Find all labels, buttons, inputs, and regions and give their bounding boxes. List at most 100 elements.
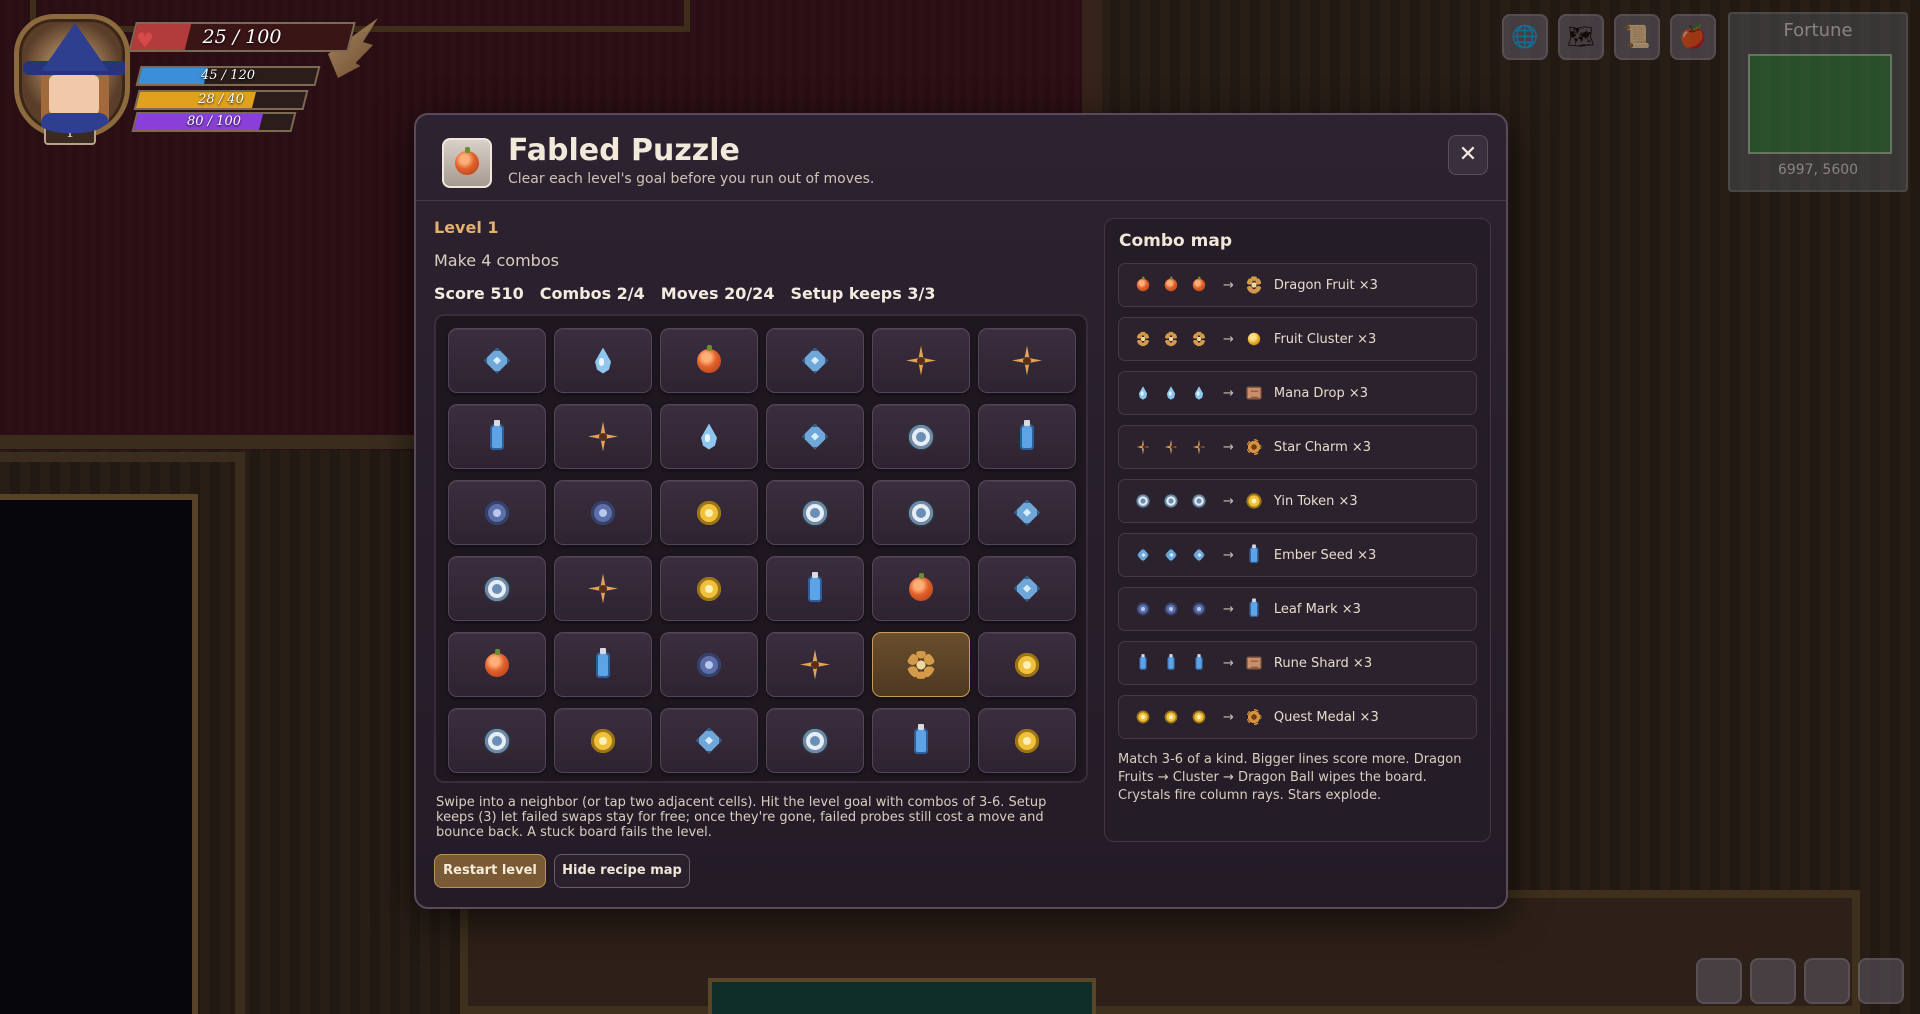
combo-row: → Fruit Cluster ×3: [1118, 317, 1477, 361]
fruit-cluster-icon: [1136, 331, 1150, 347]
combo-label: Ember Seed ×3: [1273, 547, 1377, 563]
yin-token-icon: [803, 728, 827, 753]
board-cell[interactable]: [554, 328, 652, 393]
rune-bottle-icon: [1195, 654, 1203, 670]
scroll-icon: [1246, 656, 1262, 670]
star-charm-icon: [906, 345, 936, 376]
globe-icon: 🌐: [1511, 24, 1539, 50]
board-cell[interactable]: [554, 632, 652, 697]
board-cell[interactable]: [872, 632, 970, 697]
board-cell[interactable]: [872, 556, 970, 621]
rune-bottle-icon: [1139, 654, 1147, 670]
board-cell[interactable]: [978, 480, 1076, 545]
combo-label: Fruit Cluster ×3: [1273, 331, 1377, 347]
gold-fruit-icon: [1247, 332, 1261, 346]
board-cell[interactable]: [660, 328, 758, 393]
minimap-view[interactable]: [1748, 54, 1892, 154]
score-stat: Score 510: [434, 284, 524, 303]
combo-label: Quest Medal ×3: [1273, 709, 1379, 725]
yin-token-icon: [1164, 494, 1178, 508]
board-cell[interactable]: [554, 708, 652, 773]
dragon-fruit-icon: [485, 648, 509, 677]
rune-bottle-icon: [596, 647, 610, 678]
board-cell[interactable]: [978, 708, 1076, 773]
crystal-icon: [1014, 575, 1040, 602]
sun-charm-icon: [1246, 708, 1262, 726]
board-cell[interactable]: [766, 632, 864, 697]
arrow-icon: →: [1223, 331, 1234, 347]
combo-row: → Mana Drop ×3: [1118, 371, 1477, 415]
board-cell[interactable]: [872, 328, 970, 393]
fruit-cluster-icon: [1164, 331, 1178, 347]
player-hud: 1 25 / 100 ♥ 45 / 120 28 / 40 80 / 100: [8, 8, 378, 148]
board-cell[interactable]: [660, 556, 758, 621]
board-cell[interactable]: [554, 556, 652, 621]
hide-recipe-map-button[interactable]: Hide recipe map: [554, 854, 690, 888]
bottom-button-1[interactable]: [1696, 958, 1742, 1004]
board-cell[interactable]: [448, 404, 546, 469]
restart-level-button[interactable]: Restart level: [434, 854, 546, 888]
quest-medal-icon: [1246, 493, 1262, 509]
board-cell[interactable]: [978, 328, 1076, 393]
board-cell[interactable]: [766, 556, 864, 621]
board-cell[interactable]: [660, 708, 758, 773]
board-cell[interactable]: [978, 556, 1076, 621]
board-cell[interactable]: [660, 480, 758, 545]
board-cell[interactable]: [872, 404, 970, 469]
board-cell[interactable]: [872, 480, 970, 545]
bottom-button-3[interactable]: [1804, 958, 1850, 1004]
board-cell[interactable]: [872, 708, 970, 773]
setup-keeps-stat: Setup keeps 3/3: [790, 284, 936, 303]
arrow-icon: →: [1223, 601, 1234, 617]
leaf-mark-icon: [1136, 602, 1150, 616]
toolbar-map-button[interactable]: 🗺: [1558, 14, 1604, 60]
player-portrait[interactable]: [14, 14, 130, 138]
yin-token-icon: [909, 424, 933, 449]
board-cell[interactable]: [978, 404, 1076, 469]
dragon-fruit-icon: [455, 147, 479, 175]
combo-row: → Quest Medal ×3: [1118, 695, 1477, 739]
board-cell[interactable]: [766, 708, 864, 773]
puzzle-modal: Fabled Puzzle Clear each level's goal be…: [414, 113, 1508, 909]
yin-token-icon: [803, 500, 827, 525]
board-cell[interactable]: [766, 404, 864, 469]
bottom-button-2[interactable]: [1750, 958, 1796, 1004]
level-label: Level 1: [434, 218, 499, 237]
mana-drop-icon: [1138, 386, 1148, 400]
star-charm-icon: [1192, 439, 1206, 455]
quest-medal-icon: [1192, 710, 1206, 724]
board-cell[interactable]: [660, 404, 758, 469]
close-button[interactable]: ✕: [1448, 135, 1488, 175]
star-charm-icon: [1012, 345, 1042, 376]
board-cell[interactable]: [448, 328, 546, 393]
board-cell[interactable]: [554, 404, 652, 469]
minimap-title: Fortune: [1783, 20, 1853, 41]
bottom-button-4[interactable]: [1858, 958, 1904, 1004]
board-cell[interactable]: [448, 708, 546, 773]
leaf-mark-icon: [485, 500, 509, 525]
fruit-icon: 🍎: [1679, 24, 1707, 50]
yin-token-icon: [1192, 494, 1206, 508]
arrow-icon: →: [1223, 709, 1234, 725]
dragon-fruit-icon: [1192, 276, 1206, 292]
board-cell[interactable]: [766, 480, 864, 545]
arrow-icon: →: [1223, 655, 1234, 671]
board-cell[interactable]: [978, 632, 1076, 697]
star-charm-icon: [588, 421, 618, 452]
board-cell[interactable]: [766, 328, 864, 393]
board-cell[interactable]: [448, 556, 546, 621]
toolbar-puzzle-button[interactable]: 🍎: [1670, 14, 1716, 60]
toolbar-globe-button[interactable]: 🌐: [1502, 14, 1548, 60]
board-cell[interactable]: [448, 632, 546, 697]
board-cell[interactable]: [660, 632, 758, 697]
quest-medal-icon: [697, 576, 721, 601]
quest-medal-icon: [1164, 710, 1178, 724]
board-cell[interactable]: [554, 480, 652, 545]
rune-bottle-icon: [490, 419, 504, 450]
minimap[interactable]: Fortune 6997, 5600: [1728, 12, 1908, 192]
board-cell[interactable]: [448, 480, 546, 545]
toolbar-quest-button[interactable]: 📜: [1614, 14, 1660, 60]
rune-bottle-icon: [914, 723, 928, 754]
yin-token-icon: [485, 728, 509, 753]
mana-drop-icon: [1166, 386, 1176, 400]
